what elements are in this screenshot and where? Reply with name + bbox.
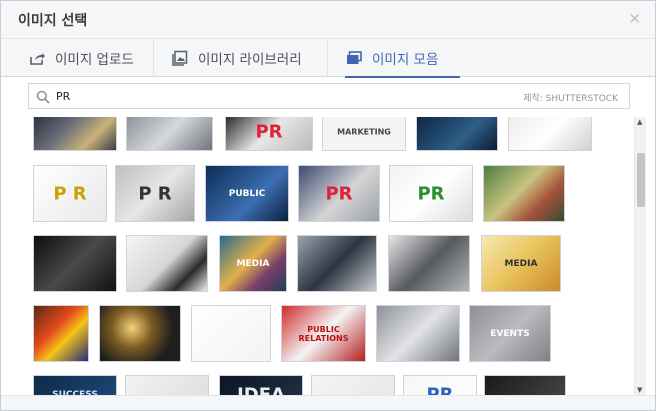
thumb-the-media[interactable]: MEDIA	[481, 235, 561, 292]
scrollbar[interactable]: ▲ ▼	[634, 117, 646, 395]
thumb-pr-keyboard[interactable]: PR	[389, 165, 473, 222]
image-library-icon	[171, 49, 189, 67]
thumb-megaphone-hand[interactable]	[191, 305, 271, 362]
scroll-down-icon[interactable]: ▼	[637, 386, 642, 394]
thumbnail-caption: MEDIA	[236, 258, 270, 269]
thumb-crowd-mics[interactable]	[297, 235, 377, 292]
thumb-pr-blue[interactable]: PR	[403, 375, 477, 395]
tab-image-library[interactable]: 이미지 라이브러리	[171, 39, 328, 77]
thumbnail-caption: IDEA	[237, 384, 285, 396]
thumb-newspapers-hand[interactable]	[483, 165, 565, 222]
thumb-pr-newspaper[interactable]: PR	[225, 117, 313, 151]
search-credit: 제작: SHUTTERSTOCK	[523, 94, 618, 104]
thumbnail-caption: EVENTS	[490, 328, 530, 339]
thumb-pr-dice[interactable]: P R	[33, 165, 107, 222]
search-icon	[36, 89, 50, 108]
thumb-public-relations-network[interactable]: PUBLIC	[205, 165, 289, 222]
thumb-media-laptop[interactable]: MEDIA	[219, 235, 287, 292]
upload-icon	[28, 49, 46, 67]
tab-label: 이미지 모음	[372, 51, 439, 68]
tab-image-collection[interactable]: 이미지 모음	[345, 39, 460, 78]
thumb-pr-scene[interactable]	[126, 117, 213, 151]
tab-label: 이미지 라이브러리	[198, 52, 302, 68]
thumb-mics-dark[interactable]	[33, 235, 117, 292]
thumb-colorful-pr[interactable]	[33, 305, 89, 362]
tab-image-upload[interactable]: 이미지 업로드	[28, 39, 154, 77]
thumb-marketing-hand[interactable]: MARKETING	[322, 117, 406, 151]
dialog-footer	[1, 395, 655, 410]
thumb-lightbulb[interactable]	[99, 305, 181, 362]
scroll-up-icon[interactable]: ▲	[637, 118, 642, 126]
dialog-title: 이미지 선택	[18, 13, 88, 29]
image-select-dialog: 이미지 선택 × 이미지 업로드 이미지 라이브러리 이미지 모음 제작: S	[0, 0, 656, 411]
thumb-laptop-screen[interactable]	[311, 375, 395, 395]
thumb-words-cloud[interactable]	[508, 117, 592, 151]
search-input[interactable]	[56, 87, 436, 105]
tab-label: 이미지 업로드	[55, 52, 134, 68]
image-gallery: PR MARKETING P R P R PUBLIC PR PR MEDIA MEDIA PUB…	[1, 117, 634, 395]
thumbnail-caption: P R	[138, 183, 172, 204]
thumb-reporter-badge[interactable]	[376, 305, 460, 362]
scrollbar-thumb[interactable]	[637, 153, 645, 207]
thumb-pr-blocks[interactable]: P R	[115, 165, 195, 222]
image-collection-icon	[345, 49, 363, 67]
thumbnail-caption: PR	[255, 121, 283, 143]
thumbnail-caption: MEDIA	[504, 258, 538, 269]
thumbnail-caption: PR	[325, 183, 353, 204]
search-bar: 제작: SHUTTERSTOCK	[28, 83, 630, 109]
thumb-idea-chalkboard[interactable]: IDEA	[219, 375, 303, 395]
thumbnail-caption: P R	[53, 183, 87, 204]
thumbnail-caption: PR	[417, 183, 445, 204]
thumb-events-letters[interactable]: EVENTS	[469, 305, 551, 362]
thumb-press-conference[interactable]	[388, 235, 470, 292]
tab-bar: 이미지 업로드 이미지 라이브러리 이미지 모음	[1, 39, 655, 78]
thumb-interview[interactable]	[126, 235, 208, 292]
thumb-blurred-office[interactable]	[125, 375, 209, 395]
thumb-text-collage[interactable]	[484, 375, 566, 395]
thumbnail-caption: PUBLIC RELATIONS	[298, 324, 349, 343]
thumbnail-caption: PUBLIC	[228, 188, 266, 199]
thumbnail-caption: PR	[426, 384, 454, 396]
thumb-microphones-press[interactable]	[33, 117, 117, 151]
dialog-header: 이미지 선택 ×	[1, 1, 655, 39]
thumb-pr-letters-newspaper[interactable]: PR	[298, 165, 380, 222]
thumb-success-board[interactable]: SUCCESS	[33, 375, 117, 395]
thumb-business-touch[interactable]	[416, 117, 498, 151]
close-icon[interactable]: ×	[628, 9, 641, 27]
thumbnail-caption: MARKETING	[337, 127, 391, 137]
thumb-public-relations-sign[interactable]: PUBLIC RELATIONS	[281, 305, 366, 362]
